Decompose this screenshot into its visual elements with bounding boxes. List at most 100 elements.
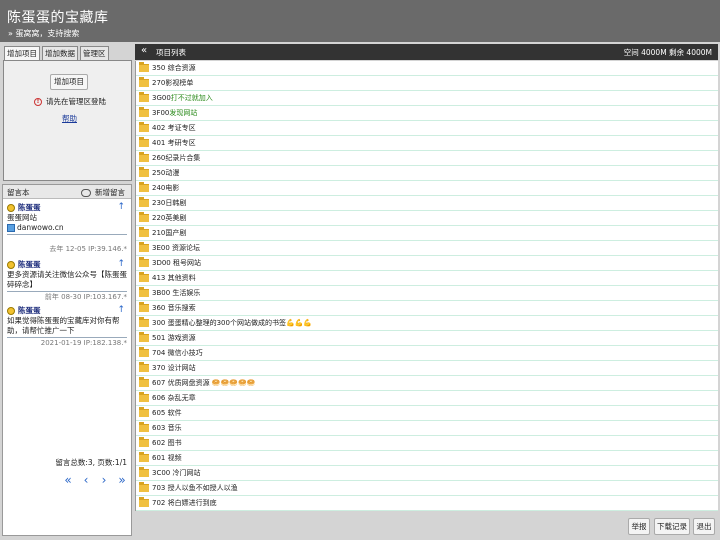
download-log-button[interactable]: 下载记录 [654, 518, 690, 535]
add-project-button[interactable]: 增加项目 [50, 74, 88, 90]
folder-icon [139, 182, 149, 192]
project-label: 402 考证专区 [152, 124, 196, 132]
tab-admin[interactable]: 管理区 [80, 46, 109, 60]
tab-add-project[interactable]: 增加项目 [4, 46, 40, 60]
project-label: 3E00 资源论坛 [152, 244, 201, 252]
collapse-icon[interactable]: « [141, 45, 147, 56]
project-row[interactable]: 250动漫 [136, 166, 718, 181]
login-warning-text: 请先在管理区登陆 [46, 97, 106, 106]
folder-icon [139, 257, 149, 267]
project-row[interactable]: 702 将白嫖进行到底 [136, 496, 718, 511]
project-label: 602 图书 [152, 439, 182, 447]
folder-icon [139, 497, 149, 507]
project-row[interactable]: 3C00 冷门网站 [136, 466, 718, 481]
up-arrow-icon[interactable]: ↑ [117, 305, 125, 315]
logout-button[interactable]: 退出 [693, 518, 715, 535]
project-row[interactable]: 3D00 租号网站 [136, 256, 718, 271]
project-label-highlight: 打不过就加入 [170, 94, 213, 102]
message-meta: 去年 12-05 IP:39.146.* [49, 245, 127, 253]
project-row[interactable]: 210国产剧 [136, 226, 718, 241]
page-title: 陈蛋蛋的宝藏库 [7, 10, 109, 26]
folder-icon [139, 242, 149, 252]
project-row[interactable]: 606 杂乱无章 [136, 391, 718, 406]
project-row[interactable]: 240电影 [136, 181, 718, 196]
project-label: 3B00 生活娱乐 [152, 289, 201, 297]
project-row[interactable]: 704 微信小技巧 [136, 346, 718, 361]
project-row[interactable]: 703 授人以鱼不如授人以渔 [136, 481, 718, 496]
smiley-icon [7, 260, 15, 269]
report-button[interactable]: 举报 [628, 518, 650, 535]
help-link[interactable]: 帮助 [62, 113, 77, 124]
project-row[interactable]: 603 音乐 [136, 421, 718, 436]
tab-bar: 增加项目 增加数据 管理区 [4, 46, 111, 60]
message-link[interactable]: danwowo.cn [7, 223, 127, 233]
message-author: 陈蛋蛋 [7, 259, 127, 270]
project-row[interactable]: 350 综合资源 [136, 61, 718, 76]
project-row[interactable]: 3B00 生活娱乐 [136, 286, 718, 301]
last-page-button[interactable]: » [113, 473, 131, 487]
project-list-header: « 项目列表 空间 4000M 剩余 4000M [135, 44, 718, 60]
project-label: 702 将白嫖进行到底 [152, 499, 217, 507]
project-row[interactable]: 3F00 发现网站 [136, 106, 718, 121]
new-message-label: 新增留言 [95, 188, 125, 197]
login-warning: ! 请先在管理区登陆 [34, 96, 106, 107]
project-label: 601 视频 [152, 454, 182, 462]
project-row[interactable]: 220英美剧 [136, 211, 718, 226]
folder-icon [139, 332, 149, 342]
up-arrow-icon[interactable]: ↑ [117, 202, 125, 212]
project-row[interactable]: 402 考证专区 [136, 121, 718, 136]
project-label: 370 设计网站 [152, 364, 196, 372]
tab-add-data[interactable]: 增加数据 [42, 46, 78, 60]
folder-icon [139, 77, 149, 87]
message-item: 陈蛋蛋 ↑ 如果觉得陈蛋蛋的宝藏库对你有帮助，请帮忙推广一下 2021-01-1… [3, 305, 131, 348]
project-row[interactable]: 607 优质网盘资源 🥯🥯🥯🥯🥯 [136, 376, 718, 391]
project-row[interactable]: 601 视频 [136, 451, 718, 466]
pagination: « ‹ › » [59, 473, 131, 487]
message-total: 留言总数:3, 页数:1/1 [55, 458, 127, 467]
up-arrow-icon[interactable]: ↑ [117, 259, 125, 269]
project-row[interactable]: 270影视榜单 [136, 76, 718, 91]
folder-icon [139, 167, 149, 177]
project-label: 260纪录片合集 [152, 154, 201, 162]
folder-icon [139, 437, 149, 447]
new-message-button[interactable]: 新增留言 [81, 187, 125, 198]
folder-icon [139, 197, 149, 207]
chat-icon [81, 188, 91, 197]
prev-page-button[interactable]: ‹ [77, 473, 95, 487]
project-label: 220英美剧 [152, 214, 187, 222]
folder-icon [139, 362, 149, 372]
project-row[interactable]: 360 音乐搜索 [136, 301, 718, 316]
folder-icon [139, 377, 149, 387]
project-label-highlight: 发现网站 [169, 109, 198, 117]
folder-icon [139, 62, 149, 72]
project-row[interactable]: 602 图书 [136, 436, 718, 451]
folder-icon [139, 107, 149, 117]
next-page-button[interactable]: › [95, 473, 113, 487]
project-row[interactable]: 260纪录片合集 [136, 151, 718, 166]
folder-icon [139, 392, 149, 402]
project-row[interactable]: 230日韩剧 [136, 196, 718, 211]
first-page-button[interactable]: « [59, 473, 77, 487]
folder-icon [139, 212, 149, 222]
guestbook: 留言本 新增留言 陈蛋蛋 ↑ 蛋蛋网站 danwowo.cn 去年 12-05 … [2, 184, 132, 536]
project-row[interactable]: 413 其他资料 [136, 271, 718, 286]
folder-icon [139, 317, 149, 327]
project-row[interactable]: 3E00 资源论坛 [136, 241, 718, 256]
folder-icon [139, 137, 149, 147]
project-row[interactable]: 3G00 打不过就加入 [136, 91, 718, 106]
project-label: 606 杂乱无章 [152, 394, 196, 402]
project-row[interactable]: 370 设计网站 [136, 361, 718, 376]
smiley-icon [7, 203, 15, 212]
folder-icon [139, 227, 149, 237]
guestbook-header: 留言本 新增留言 [3, 185, 131, 199]
folder-icon [139, 152, 149, 162]
message-item: 陈蛋蛋 ↑ 蛋蛋网站 danwowo.cn 去年 12-05 IP:39.146… [3, 202, 131, 254]
project-row[interactable]: 605 软件 [136, 406, 718, 421]
project-label: 501 游戏资源 [152, 334, 196, 342]
project-row[interactable]: 300 蛋蛋精心整理的300个网站做成的书签💪💪💪 [136, 316, 718, 331]
project-row[interactable]: 401 考研专区 [136, 136, 718, 151]
project-row[interactable]: 501 游戏资源 [136, 331, 718, 346]
folder-icon [139, 482, 149, 492]
project-label: 607 优质网盘资源 🥯🥯🥯🥯🥯 [152, 379, 256, 387]
message-body: 更多资源请关注微信公众号【陈蛋蛋碎碎念】 [7, 270, 127, 292]
